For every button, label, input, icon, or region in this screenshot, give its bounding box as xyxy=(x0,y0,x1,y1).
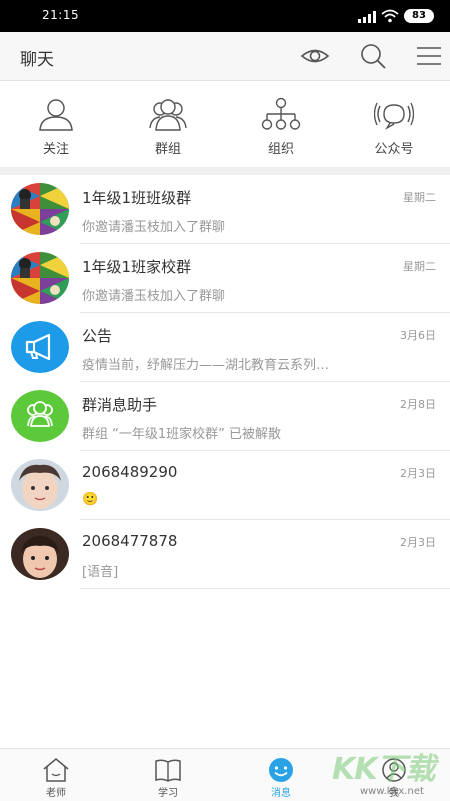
tab-study-label: 学习 xyxy=(158,788,178,799)
conversation-time: 3月6日 xyxy=(400,329,436,342)
conversation-preview: [语音] xyxy=(82,565,119,580)
battery-indicator: 83 xyxy=(404,9,434,23)
status-bar: 21:15 83 xyxy=(0,0,450,32)
chat-icon xyxy=(269,758,293,782)
conversation-row[interactable]: 2068477878 [语音] 2月3日 xyxy=(0,520,450,589)
quick-official-accounts-label: 公众号 xyxy=(374,142,414,157)
quick-follow-label: 关注 xyxy=(42,142,69,157)
section-divider xyxy=(0,167,450,175)
watermark-url: www.kkx.net xyxy=(360,786,424,797)
signal-icon xyxy=(358,11,376,23)
conversation-row[interactable]: 公告 疫情当前，纾解压力——湖北教育云系列… 3月6日 xyxy=(0,313,450,382)
conversation-preview: 群组 “一年级1班家校群” 已被解散 xyxy=(82,427,282,442)
group-collage-avatar xyxy=(11,252,69,304)
menu-icon[interactable] xyxy=(414,41,444,71)
conversation-row[interactable]: 群消息助手 群组 “一年级1班家校群” 已被解散 2月8日 xyxy=(0,382,450,451)
user-photo-avatar xyxy=(11,459,69,511)
conversation-time: 星期二 xyxy=(403,260,436,273)
conversation-row[interactable]: 2068489290 🙂 2月3日 xyxy=(0,451,450,520)
group-assistant-avatar xyxy=(11,390,69,442)
org-tree-icon xyxy=(261,97,301,130)
group-icon xyxy=(149,99,187,131)
watermark-logo: KK下载 xyxy=(332,752,435,787)
conversation-list: 1年级1班班级群 你邀请潘玉枝加入了群聊 星期二 1年级1班家校群 你邀请潘玉枝… xyxy=(0,175,450,589)
conversation-time: 星期二 xyxy=(403,191,436,204)
tab-teacher[interactable]: 老师 xyxy=(0,749,112,801)
tab-teacher-label: 老师 xyxy=(46,788,66,799)
home-icon xyxy=(43,758,69,782)
tab-messages-label: 消息 xyxy=(271,788,291,799)
conversation-name: 1年级1班家校群 xyxy=(82,258,192,276)
quick-official-accounts[interactable]: 公众号 xyxy=(338,81,450,167)
wifi-icon xyxy=(381,9,399,23)
search-icon[interactable] xyxy=(358,41,388,71)
user-photo-avatar xyxy=(11,528,69,580)
header: 聊天 xyxy=(0,32,450,81)
group-collage-avatar xyxy=(11,183,69,235)
conversation-name: 2068489290 xyxy=(82,463,178,481)
conversation-preview: 你邀请潘玉枝加入了群聊 xyxy=(82,220,226,235)
page-title: 聊天 xyxy=(20,50,54,70)
quick-groups-label: 群组 xyxy=(154,142,181,157)
conversation-time: 2月3日 xyxy=(400,536,436,549)
conversation-name: 群消息助手 xyxy=(82,396,158,414)
conversation-name: 公告 xyxy=(82,327,113,345)
conversation-time: 2月3日 xyxy=(400,467,436,480)
person-icon xyxy=(39,99,73,131)
conversation-preview: 疫情当前，纾解压力——湖北教育云系列… xyxy=(82,358,330,373)
status-time: 21:15 xyxy=(42,8,80,22)
conversation-name: 2068477878 xyxy=(82,532,178,550)
conversation-row[interactable]: 1年级1班班级群 你邀请潘玉枝加入了群聊 星期二 xyxy=(0,175,450,244)
eye-icon[interactable] xyxy=(300,41,330,71)
tab-messages[interactable]: 消息 xyxy=(225,749,337,801)
conversation-row[interactable]: 1年级1班家校群 你邀请潘玉枝加入了群聊 星期二 xyxy=(0,244,450,313)
tab-study[interactable]: 学习 xyxy=(112,749,224,801)
quick-actions: 关注 群组 组织 公众号 xyxy=(0,81,450,167)
quick-organization-label: 组织 xyxy=(267,142,294,157)
quick-follow[interactable]: 关注 xyxy=(0,81,112,167)
broadcast-icon xyxy=(374,102,414,130)
conversation-name: 1年级1班班级群 xyxy=(82,189,192,207)
conversation-preview: 你邀请潘玉枝加入了群聊 xyxy=(82,289,226,304)
quick-organization[interactable]: 组织 xyxy=(225,81,337,167)
book-icon xyxy=(155,759,181,782)
megaphone-avatar xyxy=(11,321,69,373)
quick-groups[interactable]: 群组 xyxy=(112,81,224,167)
row-divider xyxy=(80,588,450,589)
conversation-time: 2月8日 xyxy=(400,398,436,411)
conversation-preview: 🙂 xyxy=(82,492,99,507)
watermark: KK下载 www.kkx.net xyxy=(330,744,450,800)
